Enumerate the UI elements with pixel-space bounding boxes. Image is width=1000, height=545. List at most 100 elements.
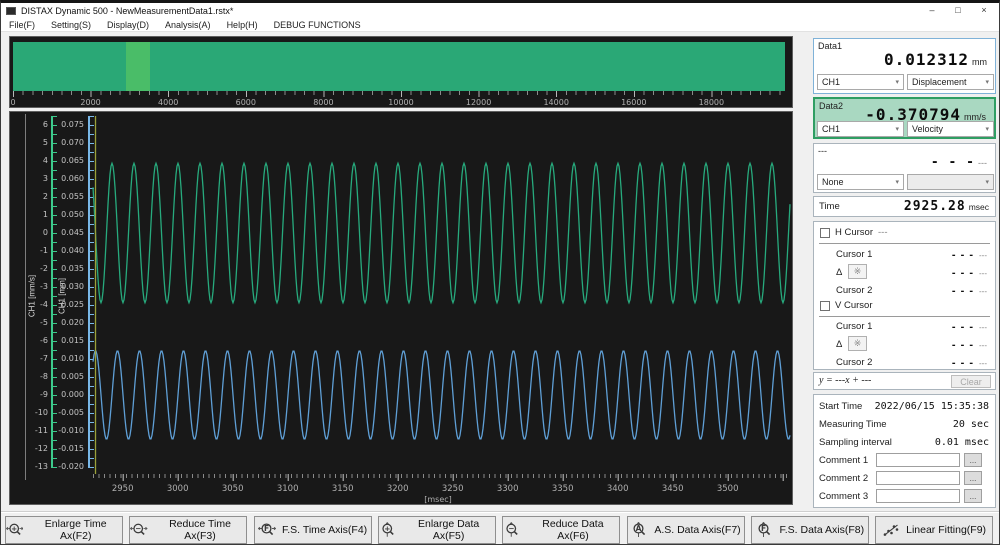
menu-item-setting-s[interactable]: Setting(S) (43, 20, 99, 30)
toolbar-button-label: Enlarge Data Ax(F5) (417, 518, 480, 542)
measuring-time-label: Measuring Time (819, 419, 887, 430)
svg-text:+: + (11, 524, 17, 533)
svg-text:−: − (135, 524, 141, 533)
displacement-axis-tick-label: 0.070 (61, 138, 84, 147)
menubar: File(F) Setting(S) Display(D) Analysis(A) He… (1, 18, 999, 32)
data1-panel: Data1 0.012312 mm CH1 ▾ Displacement ▾ (813, 38, 996, 94)
comment2-browse-button[interactable]: ... (964, 471, 982, 485)
data3-value: - - - (930, 155, 975, 170)
linear-fitting-f9-button[interactable]: Linear Fitting(F9) (875, 516, 994, 544)
time-value: 2925.28 (903, 199, 966, 214)
h-cursor1-label: Cursor 1 (836, 249, 873, 260)
overview-axis-tick-label: 18000 (698, 98, 725, 107)
overview-axis-tick-label: 2000 (80, 98, 101, 107)
velocity-axis-tick-label: 5 (42, 138, 48, 147)
linear-fit-icon (883, 524, 899, 536)
velocity-axis-tick-label: -8 (40, 372, 48, 381)
clear-fit-button[interactable]: Clear (951, 375, 991, 388)
displacement-axis-tick-label: 0.040 (61, 246, 84, 255)
measurement-info-panel: Start Time 2022/06/15 15:35:38 Measuring… (813, 394, 996, 508)
menu-item-display-d[interactable]: Display(D) (99, 20, 157, 30)
comment3-input[interactable] (876, 489, 960, 503)
data3-channel-select[interactable]: None ▾ (817, 174, 904, 190)
comment3-browse-button[interactable]: ... (964, 489, 982, 503)
reduce-time-ax-f3-button[interactable]: − Reduce Time Ax(F3) (129, 516, 248, 544)
close-button[interactable]: × (971, 3, 997, 17)
v-cursor2-label: Cursor 2 (836, 357, 873, 368)
chevron-down-icon: ▾ (895, 79, 899, 86)
v-delta-mode-button[interactable]: ※ (848, 336, 867, 351)
h-delta-value: - - - (951, 267, 974, 279)
f-s-time-axis-f4-button[interactable]: F F.S. Time Axis(F4) (253, 516, 372, 544)
time-unit: msec (968, 202, 989, 212)
time-axis-tick-label: 3050 (221, 484, 244, 494)
data1-channel-select[interactable]: CH1 ▾ (817, 74, 904, 90)
menu-item-debug-functions[interactable]: DEBUG FUNCTIONS (266, 20, 369, 30)
menu-item-help-h[interactable]: Help(H) (219, 20, 266, 30)
velocity-axis-tick-label: -1 (40, 246, 48, 255)
overview-strip[interactable]: 0 2000 4000 6000 8000 10000 12000 14000 16000 180… (9, 36, 793, 108)
data1-value: 0.012312 (883, 50, 969, 69)
f-s-data-axis-f8-button[interactable]: F F.S. Data Axis(F8) (750, 516, 869, 544)
overview-view-highlight[interactable] (126, 42, 150, 91)
data2-channel-select[interactable]: CH1 ▾ (817, 121, 904, 137)
velocity-axis-tick-label: -9 (40, 390, 48, 399)
magnifier-data-icon: A (633, 522, 646, 537)
chevron-down-icon: ▾ (985, 79, 989, 86)
time-axis-tick-label: 3400 (606, 484, 629, 494)
enlarge-data-ax-f5-button[interactable]: + Enlarge Data Ax(F5) (377, 516, 496, 544)
h-delta-mode-button[interactable]: ※ (848, 264, 867, 279)
minimize-button[interactable]: – (919, 3, 945, 17)
time-axis-tick-label: 3350 (551, 484, 574, 494)
time-axis-tick-label: 3300 (496, 484, 519, 494)
chevron-down-icon: ▾ (985, 179, 989, 186)
velocity-axis-ruler (51, 116, 57, 468)
reference-mark-icon: ※ (853, 338, 862, 348)
displacement-axis-tick-label: -0.015 (58, 444, 84, 453)
linear-fit-panel: y = ---x + --- Clear (813, 372, 996, 390)
v-delta-value: - - - (951, 339, 974, 351)
menu-item-file-f[interactable]: File(F) (1, 20, 43, 30)
data3-quantity-select[interactable]: ▾ (907, 174, 994, 190)
reduce-data-ax-f6-button[interactable]: − Reduce Data Ax(F6) (502, 516, 621, 544)
data2-title: Data2 (819, 101, 844, 111)
enlarge-time-ax-f2-button[interactable]: + Enlarge Time Ax(F2) (5, 516, 123, 544)
fit-formula: y = ---x + --- (819, 375, 872, 386)
displacement-axis-tick-label: -0.020 (58, 462, 84, 471)
comment1-browse-button[interactable]: ... (964, 453, 982, 467)
displacement-axis-ruler (88, 116, 94, 468)
toolbar-button-label: Linear Fitting(F9) (906, 524, 987, 536)
v-cursor-checkbox[interactable] (820, 301, 830, 311)
displacement-axis-tick-label: 0.075 (61, 120, 84, 129)
comment2-input[interactable] (876, 471, 960, 485)
velocity-axis-tick-label: -5 (40, 318, 48, 327)
h-cursor-checkbox[interactable] (820, 228, 830, 238)
a-s-data-axis-f7-button[interactable]: A A.S. Data Axis(F7) (626, 516, 745, 544)
overview-major-ticks (13, 91, 787, 97)
maximize-button[interactable]: □ (945, 3, 971, 17)
h-cursor1-value: - - - (951, 249, 974, 261)
toolbar-button-label: Reduce Time Ax(F3) (169, 518, 231, 542)
v-cursor1-value: - - - (951, 321, 974, 333)
data3-panel: --- - - - --- None ▾ ▾ (813, 143, 996, 193)
comment1-input[interactable] (876, 453, 960, 467)
data3-title: --- (818, 146, 827, 156)
v-cursor2-value: - - - (951, 357, 974, 369)
data2-channel-value: CH1 (822, 124, 841, 134)
data2-quantity-select[interactable]: Velocity ▾ (907, 121, 994, 137)
velocity-axis-tick-label: 2 (42, 192, 48, 201)
magnifier-data-icon: F (758, 522, 771, 537)
data1-quantity-select[interactable]: Displacement ▾ (907, 74, 994, 90)
velocity-axis-tick-label: 0 (42, 228, 48, 237)
displacement-axis-tick-label: 0.025 (61, 300, 84, 309)
start-time-label: Start Time (819, 401, 863, 412)
h-cursor2-label: Cursor 2 (836, 285, 873, 296)
h-cursor2-value: - - - (951, 285, 974, 297)
waveform-plot (92, 116, 791, 474)
sampling-interval-value: 0.01 msec (934, 437, 989, 448)
menu-item-analysis-a[interactable]: Analysis(A) (157, 20, 219, 30)
overview-axis-tick-label: 0 (10, 98, 16, 107)
measuring-time-value: 20 sec (952, 419, 989, 430)
overview-axis-tick-label: 4000 (158, 98, 179, 107)
main-chart[interactable]: CH1 [mm/s] 6 5 4 3 2 1 0 -1 -2 -3 -4 -5 -6 -7 -8 -9 -10 -1… (9, 111, 793, 505)
